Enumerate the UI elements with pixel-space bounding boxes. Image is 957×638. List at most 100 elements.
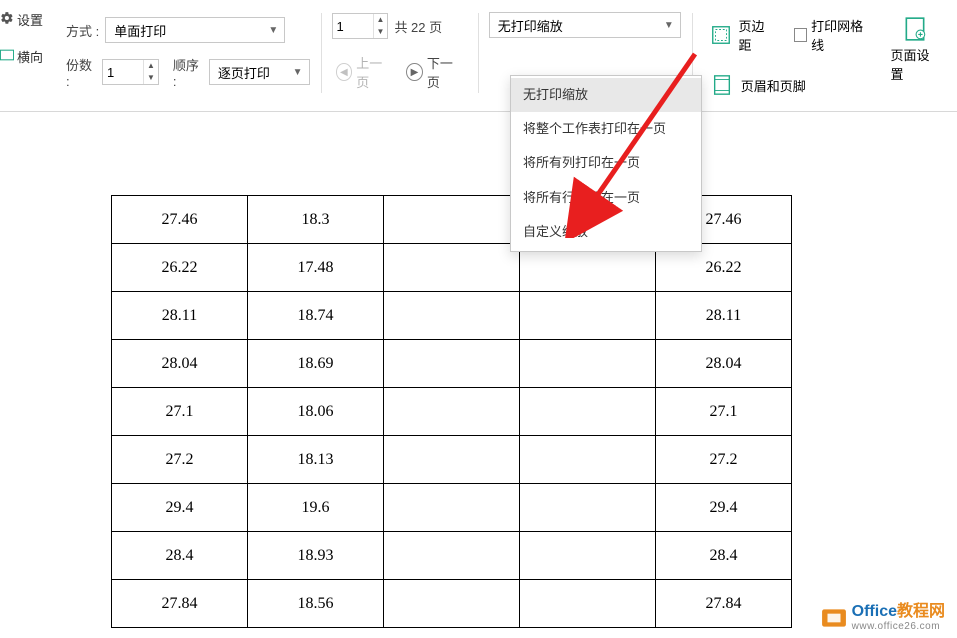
page-input[interactable]	[333, 19, 373, 34]
order-value: 逐页打印	[218, 63, 270, 82]
landscape-icon	[0, 49, 14, 64]
watermark-title: Office教程网	[852, 603, 945, 621]
table-cell: 28.11	[112, 292, 248, 340]
table-cell: 29.4	[112, 484, 248, 532]
dropdown-item[interactable]: 将整个工作表打印在一页	[511, 112, 701, 146]
page-spinner[interactable]: ▲▼	[332, 13, 389, 39]
office-logo-icon	[821, 605, 847, 631]
chevron-down-icon: ▼	[664, 20, 674, 31]
gear-icon	[0, 11, 14, 28]
table-cell: 17.48	[248, 244, 384, 292]
side-select[interactable]: 单面打印 ▼	[105, 17, 285, 43]
total-pages: 共 22 页	[394, 17, 442, 36]
zoom-dropdown: 无打印缩放 将整个工作表打印在一页 将所有列打印在一页 将所有行打印在一页 自定…	[510, 75, 702, 252]
table-cell	[520, 292, 656, 340]
header-footer-label: 页眉和页脚	[741, 76, 806, 95]
print-gridlines-checkbox[interactable]: 打印网格线	[794, 16, 870, 54]
table-cell	[384, 436, 520, 484]
dropdown-item[interactable]: 将所有列打印在一页	[511, 146, 701, 180]
table-cell: 27.84	[112, 580, 248, 628]
gridlines-label: 打印网格线	[811, 16, 870, 54]
table-cell	[520, 532, 656, 580]
table-cell: 18.56	[248, 580, 384, 628]
table-cell	[384, 196, 520, 244]
page-setup-button[interactable]: 页面设置	[885, 12, 945, 87]
chevron-down-icon: ▼	[268, 25, 278, 36]
side-label: 方式 :	[66, 21, 99, 40]
spreadsheet-preview: 27.4618.327.46 26.2217.4826.22 28.1118.7…	[111, 195, 792, 628]
table-cell	[520, 340, 656, 388]
page-setup-label: 页面设置	[891, 45, 939, 83]
table-cell: 29.4	[656, 484, 792, 532]
table-cell: 26.22	[112, 244, 248, 292]
spinner-down-icon[interactable]: ▼	[374, 26, 388, 38]
copies-input[interactable]	[103, 65, 143, 80]
table-cell: 27.46	[112, 196, 248, 244]
watermark: Office教程网 www.office26.com	[821, 603, 945, 632]
settings-button[interactable]: 设置	[0, 10, 28, 29]
print-mode-group: 方式 : 单面打印 ▼ 份数 : ▲▼ 顺序 : 逐页打印 ▼	[60, 8, 316, 98]
table-cell: 28.4	[112, 532, 248, 580]
table-row: 27.8418.5627.84	[112, 580, 792, 628]
table-cell	[384, 484, 520, 532]
next-page-button[interactable]: ▶ 下一页	[402, 51, 467, 93]
orientation-label: 横向	[17, 47, 43, 66]
copies-spinner[interactable]: ▲▼	[102, 59, 159, 85]
table-cell: 27.2	[112, 436, 248, 484]
watermark-url: www.office26.com	[852, 621, 945, 632]
prev-page-button[interactable]: ◀ 上一页	[332, 51, 397, 93]
chevron-down-icon: ▼	[293, 67, 303, 78]
table-cell	[520, 388, 656, 436]
table-cell	[384, 388, 520, 436]
table-cell	[384, 244, 520, 292]
table-row: 27.118.0627.1	[112, 388, 792, 436]
spinner-up-icon[interactable]: ▲	[144, 60, 158, 72]
header-footer-button[interactable]: 页眉和页脚	[703, 68, 812, 102]
zoom-select[interactable]: 无打印缩放 ▼	[489, 12, 681, 38]
table-cell: 28.11	[656, 292, 792, 340]
table-cell: 27.2	[656, 436, 792, 484]
page-layout-group: 页边距 打印网格线 页眉和页脚 页面设置	[697, 8, 951, 98]
settings-label: 设置	[17, 10, 43, 29]
table-cell	[384, 292, 520, 340]
copies-label: 份数 :	[66, 55, 96, 89]
orientation-button[interactable]: 横向	[0, 47, 28, 66]
spinner-up-icon[interactable]: ▲	[374, 14, 388, 26]
table-cell	[384, 340, 520, 388]
table-row: 28.0418.6928.04	[112, 340, 792, 388]
table-cell: 18.69	[248, 340, 384, 388]
table-cell: 18.13	[248, 436, 384, 484]
table-cell	[384, 532, 520, 580]
table-cell: 18.06	[248, 388, 384, 436]
table-cell	[520, 580, 656, 628]
dropdown-item[interactable]: 将所有行打印在一页	[511, 181, 701, 215]
table-cell: 18.93	[248, 532, 384, 580]
header-footer-icon	[709, 72, 735, 98]
page-nav-group: ▲▼ 共 22 页 ◀ 上一页 ▶ 下一页	[326, 8, 473, 98]
order-label: 顺序 :	[173, 55, 203, 89]
dropdown-item[interactable]: 无打印缩放	[511, 78, 701, 112]
table-cell	[520, 484, 656, 532]
side-value: 单面打印	[114, 21, 166, 40]
table-cell: 19.6	[248, 484, 384, 532]
table-cell: 27.84	[656, 580, 792, 628]
order-select[interactable]: 逐页打印 ▼	[209, 59, 310, 85]
arrow-left-icon: ◀	[336, 63, 353, 81]
page-margin-icon	[709, 22, 733, 48]
zoom-value: 无打印缩放	[498, 16, 563, 35]
page-setup-icon	[902, 16, 928, 42]
table-cell	[384, 580, 520, 628]
table-cell: 28.4	[656, 532, 792, 580]
prev-label: 上一页	[356, 53, 392, 91]
page-margin-label: 页边距	[738, 16, 774, 54]
table-row: 28.1118.7428.11	[112, 292, 792, 340]
page-margin-button[interactable]: 页边距	[703, 12, 780, 58]
table-cell: 18.3	[248, 196, 384, 244]
table-row: 29.419.629.4	[112, 484, 792, 532]
data-table: 27.4618.327.46 26.2217.4826.22 28.1118.7…	[111, 195, 792, 628]
table-cell: 28.04	[656, 340, 792, 388]
spinner-down-icon[interactable]: ▼	[144, 72, 158, 84]
checkbox-icon	[794, 28, 807, 42]
print-toolbar: 方式 : 单面打印 ▼ 份数 : ▲▼ 顺序 : 逐页打印 ▼ ▲▼	[0, 0, 957, 112]
dropdown-item[interactable]: 自定义缩放	[511, 215, 701, 249]
